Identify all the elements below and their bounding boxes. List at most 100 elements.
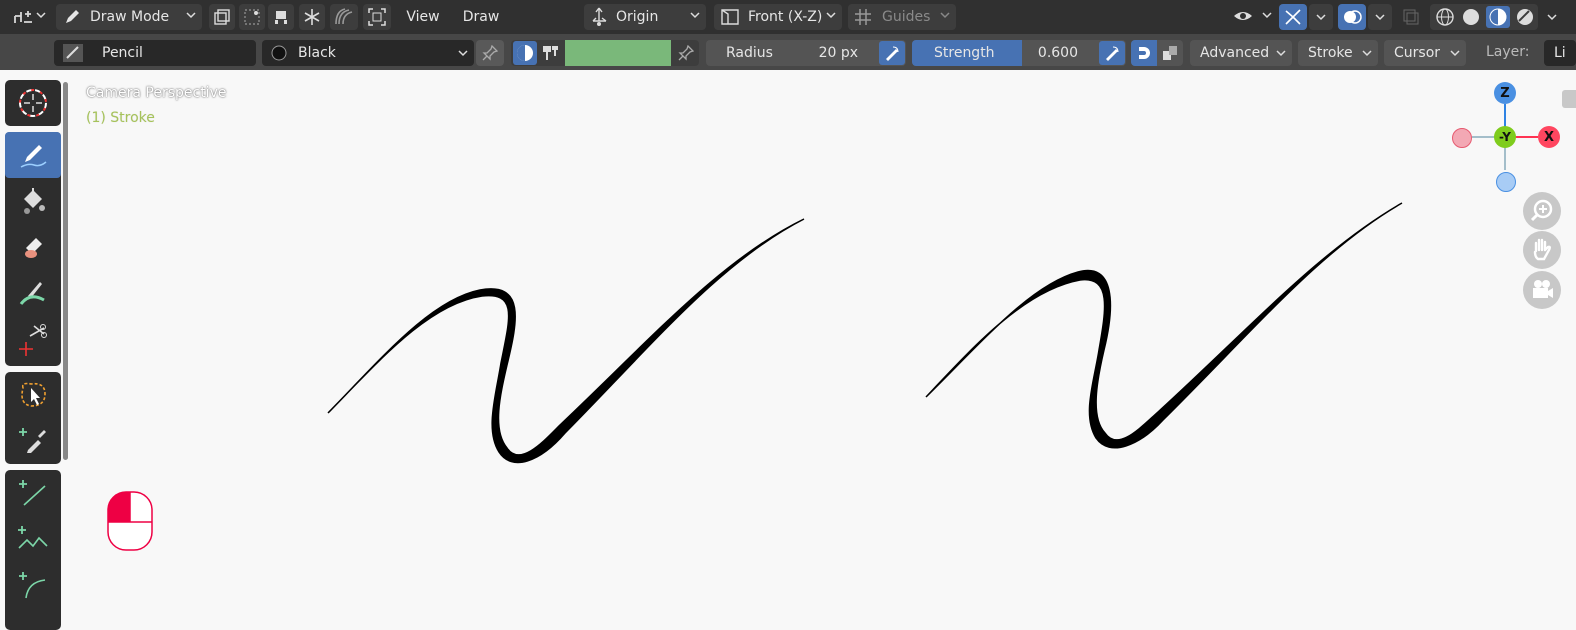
tool-eyedropper[interactable] — [5, 418, 61, 464]
tool-cutter[interactable] — [5, 316, 61, 362]
brush-selector[interactable]: Pencil — [54, 40, 256, 66]
camera-view-icon[interactable] — [1523, 271, 1561, 309]
gizmo-neg-x-axis[interactable] — [1452, 128, 1472, 148]
gizmo-y-axis[interactable]: -Y — [1494, 126, 1516, 148]
menu-draw[interactable]: Draw — [454, 4, 508, 30]
pencil-icon — [62, 7, 82, 27]
stroke-dropdown[interactable]: Stroke — [1298, 40, 1378, 66]
cursor-icon — [16, 86, 50, 120]
viewport-header: Draw Mode View Draw Origin Front (X-Z) G… — [0, 0, 1576, 34]
editor-type-button[interactable] — [6, 4, 48, 30]
tool-arc[interactable] — [5, 562, 61, 608]
tool-polyline[interactable] — [5, 516, 61, 562]
pin-icon[interactable] — [678, 45, 694, 61]
frame-button[interactable] — [363, 4, 391, 30]
pin-material-button[interactable] — [476, 40, 504, 66]
tool-erase[interactable] — [5, 224, 61, 270]
overlays-dropdown[interactable] — [1368, 4, 1392, 30]
visibility-dropdown[interactable] — [1228, 4, 1274, 30]
multiframe-button[interactable] — [209, 4, 235, 30]
select-points-button[interactable] — [239, 4, 265, 30]
tool-line[interactable] — [5, 470, 61, 516]
guides-label: Guides — [882, 9, 931, 25]
guides-dropdown[interactable]: Guides — [848, 4, 956, 30]
sidebar-toggle[interactable] — [1562, 90, 1576, 108]
chevron-down-icon — [1276, 50, 1286, 57]
editor-type-icon — [12, 8, 34, 26]
color-mode-group — [511, 40, 699, 66]
wireframe-icon[interactable] — [1434, 7, 1456, 27]
autokey-button[interactable] — [268, 4, 294, 30]
zoom-icon[interactable] — [1523, 192, 1561, 230]
menu-view-label: View — [406, 9, 440, 25]
tool-select-lasso[interactable] — [5, 372, 61, 418]
brush-name: Pencil — [102, 45, 143, 61]
gizmo-x-label: X — [1543, 129, 1555, 145]
rendered-icon[interactable] — [1514, 7, 1536, 27]
color-swatch[interactable] — [565, 40, 671, 66]
chevron-down-icon — [1262, 12, 1272, 19]
3d-viewport-canvas[interactable]: Camera Perspective (1) Stroke Z -Y X — [70, 70, 1576, 624]
pivot-dropdown[interactable]: Origin — [584, 4, 706, 30]
strength-value: 0.600 — [1037, 45, 1078, 61]
cursor-dropdown[interactable]: Cursor — [1384, 40, 1466, 66]
navigation-gizmo[interactable]: Z -Y X — [1450, 82, 1560, 192]
gizmo-x-axis[interactable]: X — [1538, 126, 1560, 148]
material-mode-icon[interactable] — [513, 41, 537, 65]
mouse-indicator-icon — [106, 490, 156, 552]
material-preview-icon[interactable] — [1486, 6, 1510, 28]
shading-dropdown[interactable] — [1540, 4, 1564, 30]
pan-hand-icon[interactable] — [1523, 231, 1561, 269]
pencil-stroke[interactable] — [925, 202, 1403, 449]
blend-icon[interactable] — [1157, 40, 1183, 66]
pressure-icon[interactable] — [1099, 41, 1125, 65]
chevron-down-icon — [458, 50, 468, 57]
gizmo-dropdown[interactable] — [1309, 4, 1333, 30]
advanced-label: Advanced — [1200, 45, 1270, 61]
material-selector[interactable]: Black — [262, 40, 474, 66]
line-icon — [18, 478, 48, 508]
overlays-toggle[interactable] — [1338, 4, 1366, 30]
radius-field[interactable]: Radius 20 px — [706, 40, 906, 66]
strength-field[interactable]: Strength 0.600 — [912, 40, 1126, 66]
layer-selector[interactable]: Li — [1544, 40, 1576, 66]
toolbar — [0, 70, 70, 630]
snowflake-button[interactable] — [299, 4, 325, 30]
advanced-dropdown[interactable]: Advanced — [1190, 40, 1292, 66]
mode-dropdown[interactable]: Draw Mode — [56, 4, 202, 30]
eyedropper-icon — [18, 426, 48, 456]
material-name: Black — [298, 45, 336, 61]
material-circle-icon — [270, 44, 288, 62]
tool-tint[interactable] — [5, 270, 61, 316]
vertex-color-icon[interactable] — [541, 43, 561, 63]
gizmo-z-axis[interactable]: Z — [1494, 82, 1516, 104]
layer-label: Layer: — [1486, 44, 1530, 60]
solid-icon[interactable] — [1460, 7, 1482, 27]
radius-label: Radius — [726, 45, 773, 61]
menu-view[interactable]: View — [398, 4, 448, 30]
layer-value: Li — [1554, 45, 1566, 61]
pencil-stroke[interactable] — [327, 218, 805, 464]
gizmo-toggle[interactable] — [1279, 4, 1307, 30]
magnet-icon[interactable] — [1131, 40, 1157, 66]
view-align-dropdown[interactable]: Front (X-Z) — [714, 4, 842, 30]
frame-select-icon — [368, 8, 386, 26]
stroke-label: Stroke — [1308, 45, 1353, 61]
gizmo-neg-z-axis[interactable] — [1496, 172, 1516, 192]
eye-icon — [1232, 8, 1254, 26]
chevron-down-icon — [1450, 50, 1460, 57]
gizmo-icon — [1283, 8, 1303, 26]
toolbar-scrollbar[interactable] — [63, 82, 68, 460]
tool-fill[interactable] — [5, 178, 61, 224]
chevron-down-icon — [1547, 14, 1557, 21]
draw-pen-icon — [18, 140, 48, 170]
toolbar-group-cursor — [5, 80, 61, 126]
xray-toggle[interactable] — [1398, 4, 1424, 30]
chevron-down-icon — [36, 12, 46, 19]
eraser-icon — [18, 232, 48, 262]
onion-skin-button[interactable] — [330, 4, 358, 30]
tool-cursor[interactable] — [5, 80, 61, 126]
mode-label: Draw Mode — [90, 9, 170, 25]
tool-draw[interactable] — [5, 132, 61, 178]
pressure-icon[interactable] — [879, 41, 905, 65]
